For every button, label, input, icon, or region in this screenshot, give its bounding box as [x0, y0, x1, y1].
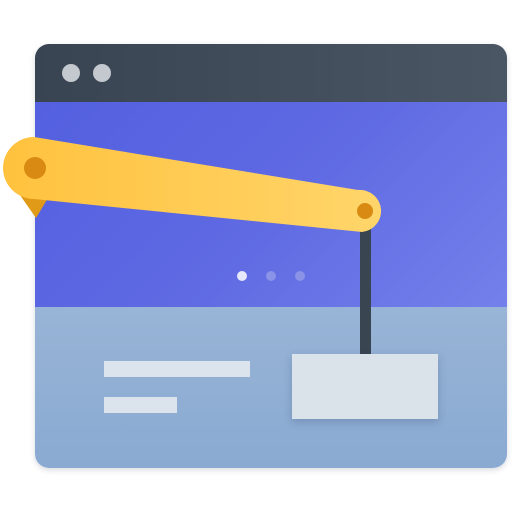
carousel-dot-active[interactable]	[237, 271, 247, 281]
placeholder-text-line	[104, 397, 177, 413]
carousel-dot[interactable]	[295, 271, 305, 281]
cargo-block	[292, 354, 438, 419]
illustration-stage	[0, 0, 512, 512]
window-titlebar	[35, 44, 507, 102]
window-control-dot-icon[interactable]	[93, 64, 111, 82]
carousel-dot[interactable]	[266, 271, 276, 281]
placeholder-text-line	[104, 361, 250, 377]
crane-cable	[360, 222, 371, 356]
window-control-dot-icon[interactable]	[62, 64, 80, 82]
